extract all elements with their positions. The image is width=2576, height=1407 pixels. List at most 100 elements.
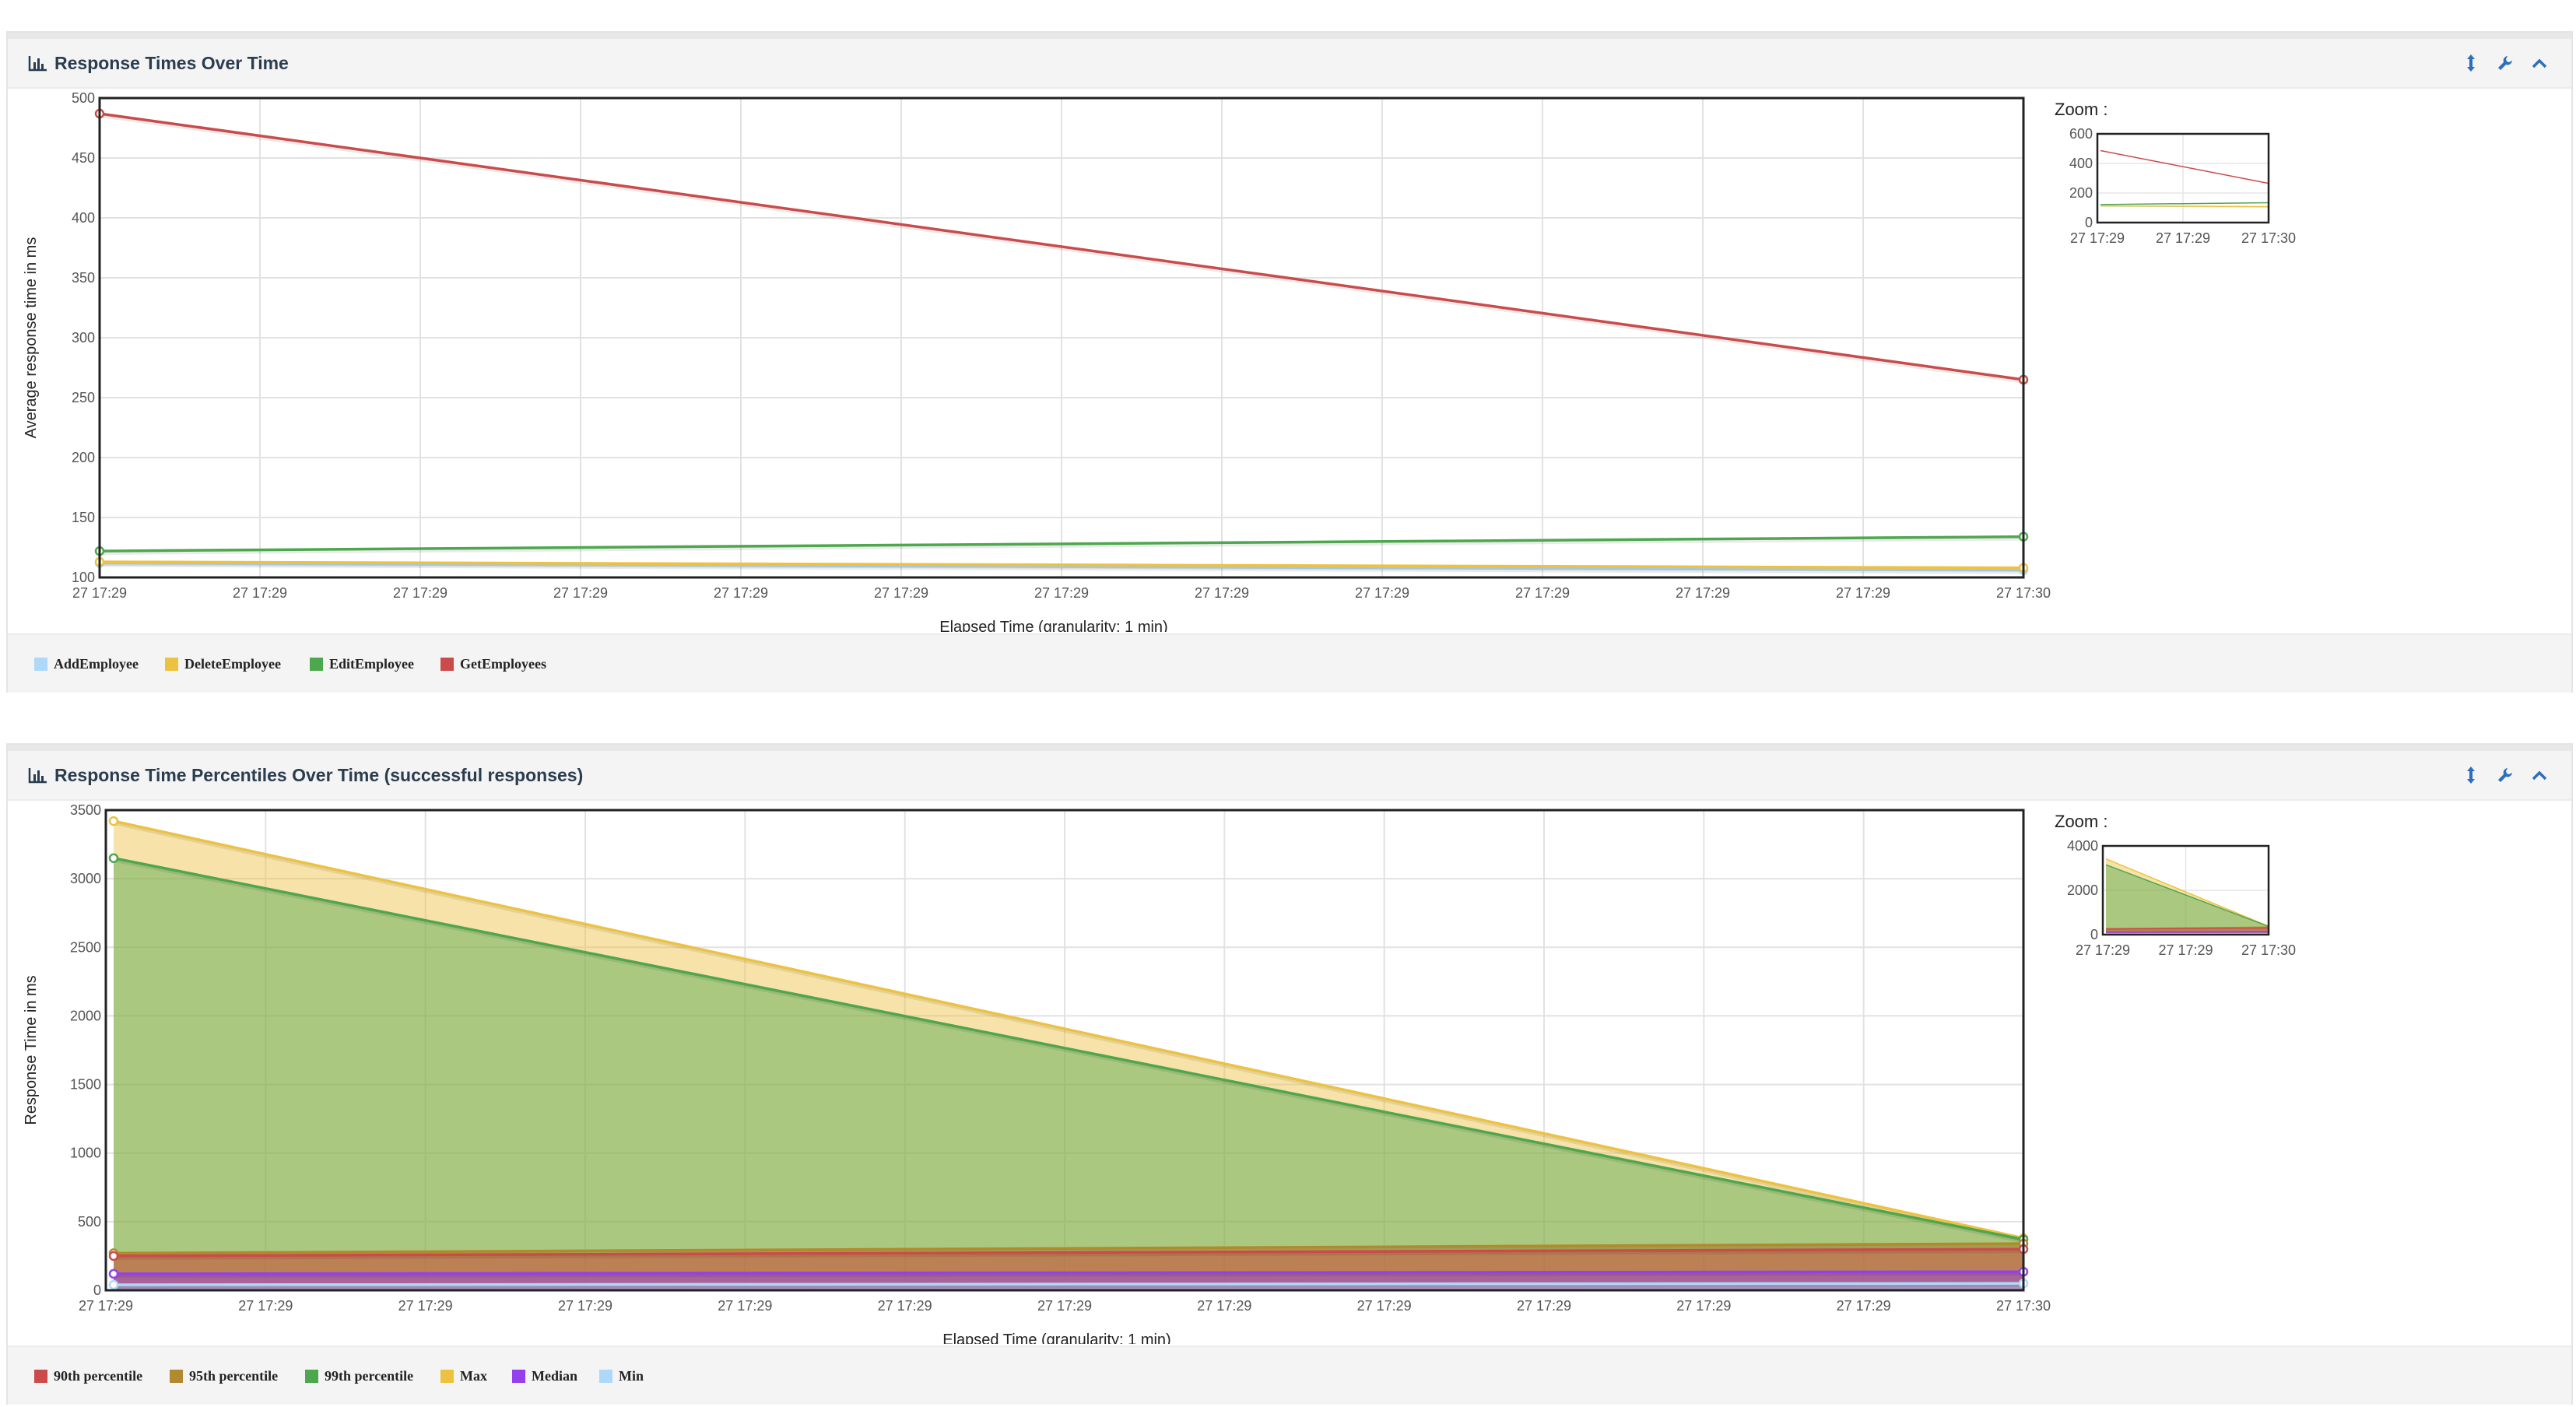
x-axis-label: Elapsed Time (granularity: 1 min) xyxy=(939,619,1167,632)
data-point xyxy=(108,1268,119,1279)
x-tick-label: 27 17:29 xyxy=(1517,1298,1571,1314)
y-tick-label: 3500 xyxy=(70,802,101,818)
panel-title: Response Times Over Time xyxy=(54,53,289,73)
x-tick-label: 27 17:29 xyxy=(233,585,287,601)
legend-label: 99th percentile xyxy=(325,1367,414,1384)
legend-swatch xyxy=(440,657,454,671)
legend-label: Max xyxy=(460,1367,487,1384)
legend-item-getemployees[interactable]: GetEmployees xyxy=(440,635,546,693)
legend-label: Min xyxy=(619,1367,644,1384)
zoom-y-tick: 2000 xyxy=(2067,882,2098,898)
y-tick-label: 200 xyxy=(72,450,95,465)
x-tick-label: 27 17:29 xyxy=(718,1298,772,1314)
panel-top-border xyxy=(8,745,2571,751)
legend-item-addemployee[interactable]: AddEmployee xyxy=(34,635,139,693)
x-tick-label: 27 17:30 xyxy=(1996,1298,2051,1314)
legend-swatch xyxy=(440,1369,454,1383)
percentiles-chart[interactable]: 27 17:29 27 17:29 27 17:29 27 17:29 27 17:29… xyxy=(8,801,2571,1349)
zoom-y-tick: 200 xyxy=(2069,185,2093,201)
data-point xyxy=(108,816,119,826)
data-point xyxy=(108,1279,119,1290)
y-tick-label: 1000 xyxy=(70,1146,101,1161)
zoom-x-tick: 27 17:30 xyxy=(2241,230,2296,246)
zoom-label: Zoom : xyxy=(2055,812,2107,831)
chart-legend: AddEmployee DeleteEmployee EditEmployee … xyxy=(8,633,2571,693)
x-tick-label: 27 17:29 xyxy=(558,1298,612,1314)
legend-swatch xyxy=(170,1369,183,1383)
y-axis-label: Average response time in ms xyxy=(23,237,40,439)
data-point xyxy=(108,853,119,863)
y-tick-label: 1500 xyxy=(70,1077,101,1093)
zoom-y-tick: 0 xyxy=(2085,215,2093,230)
resize-vertical-icon[interactable] xyxy=(2462,765,2479,785)
panel-header: Response Times Over Time xyxy=(8,39,2571,89)
zoom-x-tick: 27 17:29 xyxy=(2070,230,2125,246)
legend-label: DeleteEmployee xyxy=(184,655,281,672)
y-axis-label: Response Time in ms xyxy=(23,975,40,1125)
x-tick-label: 27 17:29 xyxy=(1357,1298,1412,1314)
legend-swatch xyxy=(512,1369,525,1383)
zoom-series-line xyxy=(2100,205,2269,208)
wrench-icon[interactable] xyxy=(2497,53,2514,73)
legend-swatch xyxy=(34,1369,47,1383)
x-tick-label: 27 17:29 xyxy=(1197,1298,1251,1314)
panel-header: Response Time Percentiles Over Time (suc… xyxy=(8,751,2571,801)
data-point xyxy=(108,1251,119,1261)
zoom-y-tick: 0 xyxy=(2090,927,2098,942)
x-tick-label: 27 17:29 xyxy=(72,585,127,601)
legend-swatch xyxy=(305,1369,318,1383)
legend-item-99th-percentile[interactable]: 99th percentile xyxy=(305,1347,413,1405)
x-tick-label: 27 17:29 xyxy=(1034,585,1089,601)
legend-swatch xyxy=(165,657,178,671)
zoom-x-tick: 27 17:29 xyxy=(2156,230,2210,246)
legend-item-min[interactable]: Min xyxy=(599,1347,644,1405)
zoom-overview: Zoom : 0 2000 4000 27 17:29 27 17:29 27 17:30 xyxy=(2055,812,2296,958)
legend-label: GetEmployees xyxy=(460,655,546,672)
legend-swatch xyxy=(599,1369,612,1383)
y-tick-label: 500 xyxy=(78,1214,101,1230)
y-tick-label: 250 xyxy=(72,390,95,405)
x-tick-label: 27 17:29 xyxy=(238,1298,293,1314)
zoom-x-tick: 27 17:30 xyxy=(2241,942,2296,958)
chevron-up-icon[interactable] xyxy=(2531,53,2548,73)
y-tick-label: 2500 xyxy=(70,939,101,955)
x-tick-label: 27 17:29 xyxy=(1037,1298,1092,1314)
x-tick-label: 27 17:29 xyxy=(79,1298,133,1314)
x-tick-label: 27 17:29 xyxy=(1836,585,1890,601)
zoom-overview: Zoom : 0 200 400 600 27 17:29 27 17:29 27 17:30 xyxy=(2055,100,2296,246)
legend-item-median[interactable]: Median xyxy=(512,1347,577,1405)
x-tick-label: 27 17:29 xyxy=(398,1298,453,1314)
legend-item-max[interactable]: Max xyxy=(440,1347,487,1405)
legend-label: 95th percentile xyxy=(189,1367,279,1384)
y-tick-label: 3000 xyxy=(70,871,101,886)
legend-label: Median xyxy=(532,1367,578,1384)
chevron-up-icon[interactable] xyxy=(2531,765,2548,785)
bar-chart-icon xyxy=(28,768,47,784)
response-times-panel: Response Times Over Time 27 17:29 27 17:2… xyxy=(6,31,2573,693)
x-axis-label: Elapsed Time (granularity: 1 min) xyxy=(942,1332,1170,1344)
legend-label: AddEmployee xyxy=(54,655,139,672)
chart-legend: 90th percentile 95th percentile 99th per… xyxy=(8,1346,2571,1405)
zoom-label: Zoom : xyxy=(2055,100,2107,119)
legend-item-95th-percentile[interactable]: 95th percentile xyxy=(170,1347,278,1405)
x-tick-label: 27 17:29 xyxy=(714,585,768,601)
x-tick-label: 27 17:29 xyxy=(1195,585,1249,601)
wrench-icon[interactable] xyxy=(2497,765,2514,785)
x-tick-label: 27 17:29 xyxy=(878,1298,932,1314)
response-times-chart[interactable]: 27 17:29 27 17:29 27 17:29 27 17:29 27 17:29… xyxy=(8,89,2571,636)
x-tick-label: 27 17:29 xyxy=(553,585,608,601)
x-tick-label: 27 17:29 xyxy=(1515,585,1570,601)
y-tick-label: 500 xyxy=(72,90,95,106)
y-tick-label: 100 xyxy=(72,570,95,585)
series-line xyxy=(113,1282,2024,1286)
legend-item-deleteemployee[interactable]: DeleteEmployee xyxy=(165,635,281,693)
y-tick-label: 400 xyxy=(72,210,95,226)
zoom-y-tick: 400 xyxy=(2069,156,2093,171)
y-tick-label: 450 xyxy=(72,150,95,166)
y-tick-label: 0 xyxy=(93,1282,101,1298)
panel-title: Response Time Percentiles Over Time (suc… xyxy=(54,765,584,785)
x-tick-label: 27 17:29 xyxy=(1355,585,1409,601)
resize-vertical-icon[interactable] xyxy=(2462,53,2479,73)
legend-item-90th-percentile[interactable]: 90th percentile xyxy=(34,1347,142,1405)
legend-item-editemployee[interactable]: EditEmployee xyxy=(310,635,414,693)
